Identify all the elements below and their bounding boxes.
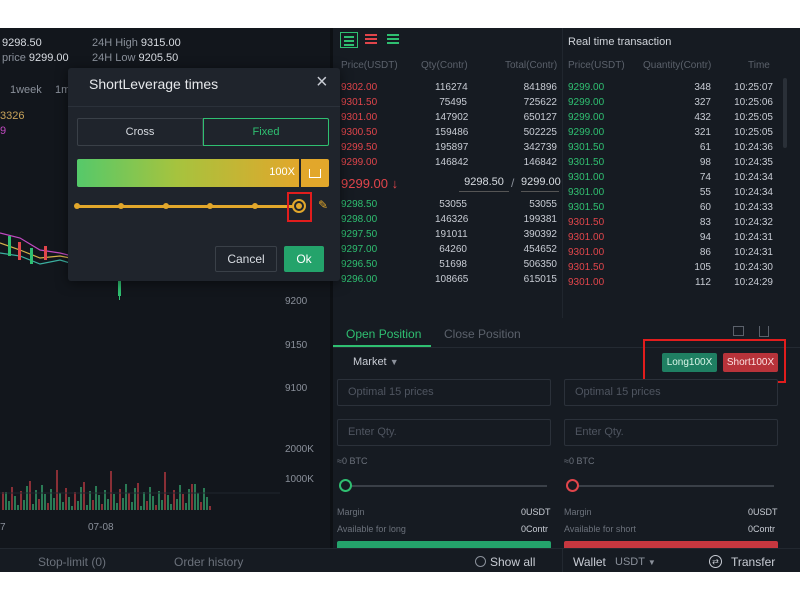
leverage-edit-button[interactable] xyxy=(301,159,329,187)
slider-tick xyxy=(207,203,214,209)
basket-icon xyxy=(309,169,321,178)
dialog-divider xyxy=(68,106,340,107)
trading-screen: 9298.50 price 9299.00 24H High 9315.00 2… xyxy=(0,28,800,572)
slider-tick xyxy=(251,203,258,209)
leverage-display-bar: 100X xyxy=(77,159,299,187)
pencil-icon[interactable]: ✎ xyxy=(318,198,328,212)
ok-button[interactable]: Ok xyxy=(284,246,324,272)
leverage-value: 100X xyxy=(269,166,295,178)
margin-mode-fixed[interactable]: Fixed xyxy=(203,118,329,146)
cancel-button[interactable]: Cancel xyxy=(215,246,277,272)
modal-overlay: ShortLeverage times × Cross Fixed 100X ✎… xyxy=(0,28,800,572)
slider-tick xyxy=(118,203,125,209)
close-icon[interactable]: × xyxy=(316,71,328,93)
margin-mode-cross[interactable]: Cross xyxy=(77,118,203,146)
leverage-dialog: ShortLeverage times × Cross Fixed 100X ✎… xyxy=(68,68,340,281)
slider-tick xyxy=(296,203,302,209)
slider-tick xyxy=(74,203,80,209)
leverage-slider[interactable] xyxy=(77,205,299,208)
slider-tick xyxy=(162,203,169,209)
dialog-title: ShortLeverage times xyxy=(89,76,219,92)
